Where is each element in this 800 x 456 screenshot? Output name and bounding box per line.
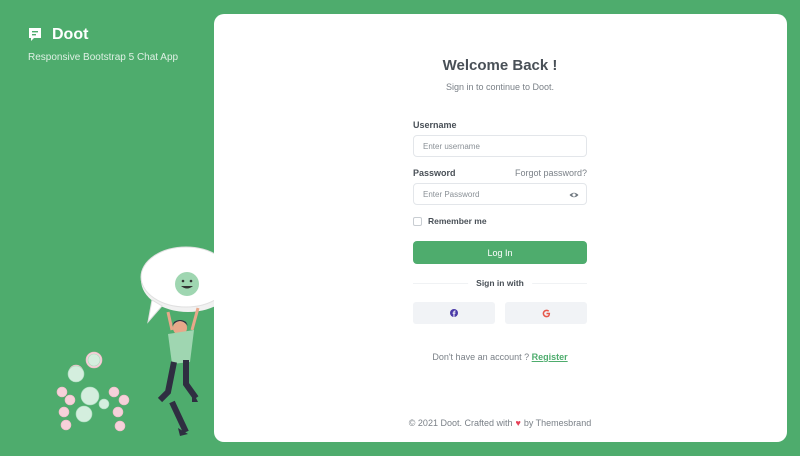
register-link[interactable]: Register [532,352,568,362]
sign-in-with-label: Sign in with [468,278,532,288]
login-button[interactable]: Log In [413,241,587,264]
forgot-password-link[interactable]: Forgot password? [515,168,587,178]
remember-me[interactable]: Remember me [413,216,487,226]
heart-icon: ♥ [515,418,521,428]
footer-suffix: by Themesbrand [523,418,592,428]
footer: © 2021 Doot. Crafted with ♥ by Themesbra… [383,418,617,428]
page-title: Welcome Back ! [442,57,558,74]
password-label: Password [413,168,456,178]
password-input[interactable] [413,183,587,205]
brand-name: Doot [52,26,89,43]
signup-prompt: Don't have an account ? Register [432,352,568,362]
page-subtitle: Sign in to continue to Doot. [445,82,555,92]
remember-label: Remember me [428,216,487,226]
chat-bubble-icon [29,28,41,41]
facebook-button[interactable] [413,302,495,324]
login-card: Welcome Back ! Sign in to continue to Do… [214,14,787,442]
google-icon [542,309,550,317]
brand-tagline: Responsive Bootstrap 5 Chat App [28,52,179,63]
username-input[interactable] [413,135,587,157]
facebook-icon [450,309,458,317]
google-button[interactable] [505,302,587,324]
eye-icon[interactable] [569,190,579,200]
remember-checkbox[interactable] [413,216,422,226]
brand[interactable]: Doot [28,26,88,44]
footer-prefix: © 2021 Doot. Crafted with [408,418,513,428]
username-label: Username [413,120,457,130]
